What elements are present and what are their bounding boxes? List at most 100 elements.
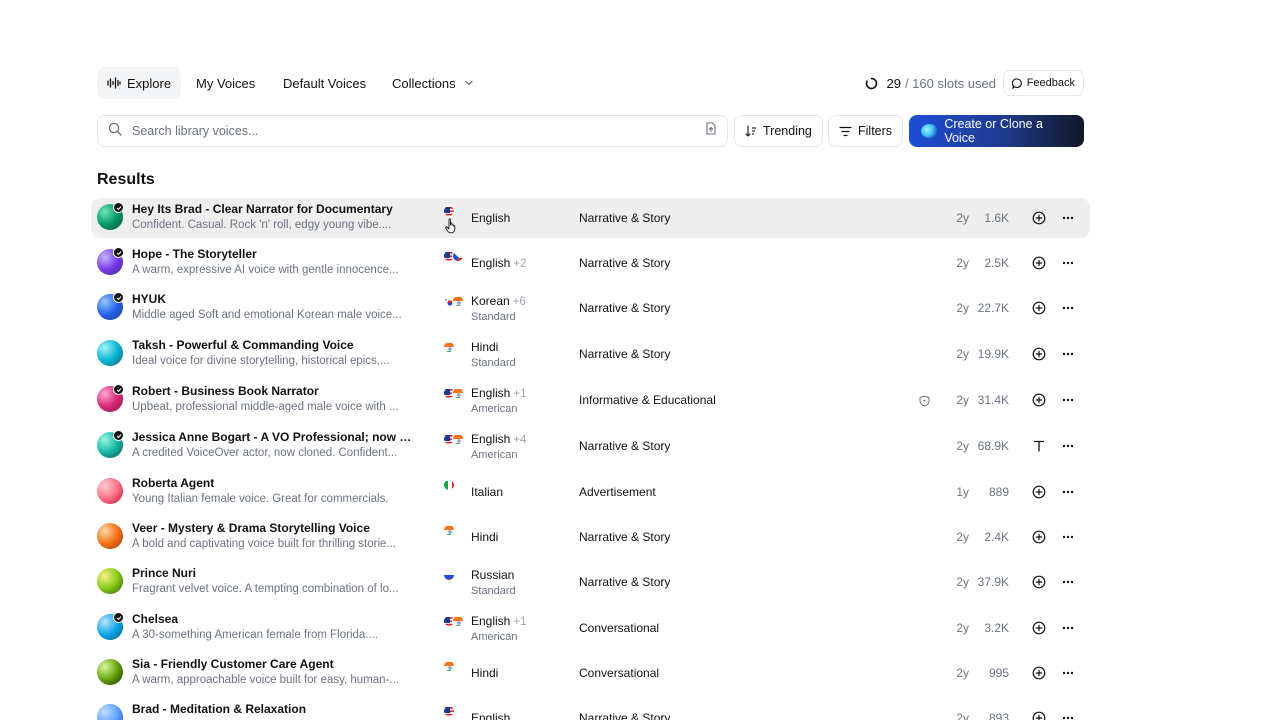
voice-language: Hindi [471,530,498,544]
language-label: Hindi [471,340,499,354]
voice-category: Narrative & Story [579,530,671,544]
more-options-icon[interactable] [1060,301,1076,315]
more-options-icon[interactable] [1060,439,1076,453]
more-options-icon[interactable] [1060,711,1076,720]
voice-row[interactable]: Roberta Agent Young Italian female voice.… [91,472,1090,512]
add-voice-icon[interactable] [1032,393,1046,407]
language-label: English [471,614,511,628]
text-icon[interactable] [1032,439,1046,453]
voice-usage-count: 37.9K [977,575,1009,589]
voice-language: Hindi [471,666,498,680]
add-voice-icon[interactable] [1032,211,1046,225]
voice-row[interactable]: Hey Its Brad - Clear Narrator for Docume… [91,198,1090,238]
add-voice-icon[interactable] [1032,621,1046,635]
voice-name[interactable]: Chelsea [132,612,178,626]
voice-row[interactable]: Veer - Mystery & Drama Storytelling Voic… [91,517,1090,557]
voice-age: 2y [956,301,969,315]
language-label: Hindi [471,666,499,680]
voice-usage-count: 995 [988,666,1009,680]
voice-row[interactable]: Taksh - Powerful & Commanding Voice Ideal… [91,334,1090,374]
voice-name[interactable]: Brad - Meditation & Relaxation [132,702,306,716]
add-voice-icon[interactable] [1032,347,1046,361]
more-options-icon[interactable] [1060,347,1076,361]
flag-in-icon [452,615,464,627]
voice-description: Confident. Casual. Rock 'n' roll, edgy y… [132,219,392,231]
verified-badge-icon [113,292,124,303]
voice-row[interactable]: Jessica Anne Bogart - A VO Professional;… [91,426,1090,466]
add-voice-icon[interactable] [1032,485,1046,499]
more-options-icon[interactable] [1060,575,1076,589]
more-options-icon[interactable] [1060,485,1076,499]
voice-accent: American [471,449,518,461]
voice-row[interactable]: Sia - Friendly Customer Care Agent A warm… [91,653,1090,693]
voice-age: 2y [956,666,969,680]
voice-usage-count: 3.2K [984,621,1009,635]
voice-description: Fragrant velvet voice. A tempting combin… [132,583,399,595]
voice-name[interactable]: Taksh - Powerful & Commanding Voice [132,338,354,352]
voice-row[interactable]: Brad - Meditation & Relaxation English Nar… [91,698,1090,720]
language-label: English [471,432,511,446]
voice-name[interactable]: Hope - The Storyteller [132,247,257,261]
voice-category: Narrative & Story [579,301,671,315]
language-label: English [471,711,511,720]
add-voice-icon[interactable] [1032,530,1046,544]
voice-category: Narrative & Story [579,211,671,225]
add-voice-icon[interactable] [1032,711,1046,720]
voice-language: English +4 [471,432,526,446]
voice-language: Russian [471,568,514,582]
voice-row[interactable]: Chelsea A 30-something American female fr… [91,608,1090,648]
voice-row[interactable]: Robert - Business Book Narrator Upbeat, p… [91,380,1090,420]
voice-row[interactable]: Prince Nuri Fragrant velvet voice. A temp… [91,562,1090,602]
voice-usage-count: 1.6K [984,211,1009,225]
voice-name[interactable]: Robert - Business Book Narrator [132,384,319,398]
voice-description: A warm, expressive AI voice with gentle … [132,264,399,276]
voice-name[interactable]: Sia - Friendly Customer Care Agent [132,657,334,671]
voice-name[interactable]: Roberta Agent [132,476,214,490]
voice-name[interactable]: Hey Its Brad - Clear Narrator for Docume… [132,202,393,216]
add-voice-icon[interactable] [1032,256,1046,270]
verified-badge-icon [113,247,124,258]
voice-description: A credited VoiceOver actor, now cloned. … [132,447,398,459]
voice-age: 2y [956,711,969,720]
more-options-icon[interactable] [1060,666,1076,680]
voice-avatar [97,568,123,594]
language-flags [443,387,464,399]
voice-description: Middle aged Soft and emotional Korean ma… [132,309,402,321]
voice-category: Narrative & Story [579,439,671,453]
voice-name[interactable]: HYUK [132,292,166,306]
more-options-icon[interactable] [1060,256,1076,270]
voice-name[interactable]: Veer - Mystery & Drama Storytelling Voic… [132,521,370,535]
voice-category: Narrative & Story [579,256,671,270]
voice-language: Hindi [471,340,498,354]
language-flags [443,615,464,627]
voice-age: 2y [956,256,969,270]
voice-category: Narrative & Story [579,711,671,720]
add-voice-icon[interactable] [1032,575,1046,589]
language-label: English [471,211,511,225]
add-voice-icon[interactable] [1032,666,1046,680]
language-extra-count: +1 [513,616,527,628]
flag-in-icon [452,433,464,445]
hand-pointer-icon [445,218,457,239]
voice-row[interactable]: Hope - The Storyteller A warm, expressive… [91,243,1090,283]
flag-cz-icon [452,250,464,262]
voice-age: 2y [956,621,969,635]
add-voice-icon[interactable] [1032,301,1046,315]
voice-description: Upbeat, professional middle-aged male vo… [132,401,399,413]
language-label: Italian [471,485,504,499]
language-flags [443,524,455,536]
language-flags [443,660,455,672]
voice-usage-count: 22.7K [977,301,1009,315]
voice-category: Advertisement [579,485,656,499]
more-options-icon[interactable] [1060,211,1076,225]
more-options-icon[interactable] [1060,393,1076,407]
language-flags [443,205,455,217]
language-flags [443,250,464,262]
more-options-icon[interactable] [1060,530,1076,544]
voice-name[interactable]: Prince Nuri [132,566,196,580]
more-options-icon[interactable] [1060,621,1076,635]
voice-row[interactable]: HYUK Middle aged Soft and emotional Korea… [91,288,1090,328]
voice-name[interactable]: Jessica Anne Bogart - A VO Professional;… [132,430,412,444]
flag-it-icon [443,479,455,491]
voice-accent: American [471,403,518,415]
